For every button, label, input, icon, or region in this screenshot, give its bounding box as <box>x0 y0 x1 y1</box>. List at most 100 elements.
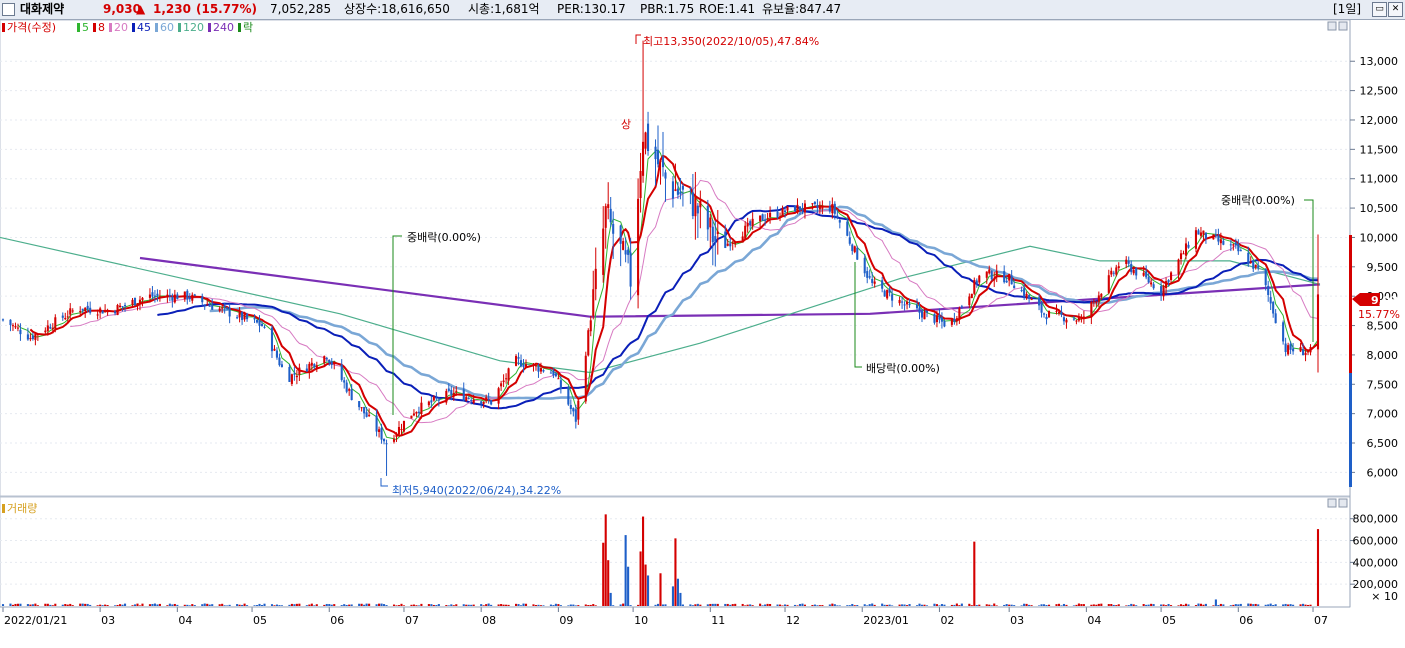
candle-body <box>522 364 525 367</box>
candle-body <box>1304 352 1307 356</box>
candle-body <box>148 294 151 298</box>
candle-body <box>759 215 762 222</box>
volume-bar <box>133 604 137 606</box>
candle-body <box>821 205 824 209</box>
candle-body <box>1170 272 1173 281</box>
volume-bar <box>711 603 714 606</box>
volume-bar <box>1115 605 1118 606</box>
volume-bar <box>925 605 929 606</box>
volume-bar <box>1197 603 1200 606</box>
volume-legend-swatch <box>2 504 5 513</box>
volume-bar <box>744 605 747 606</box>
volume-bar <box>612 605 615 606</box>
candle-body <box>883 290 886 297</box>
price-panel <box>0 20 1351 497</box>
candle-body <box>1065 319 1068 323</box>
volume-bar <box>490 604 493 606</box>
candle-body <box>9 319 12 326</box>
date-tick-label: 2023/01 <box>863 614 909 627</box>
volume-unit-label: × 10 <box>1371 590 1398 603</box>
candle-body <box>1117 266 1120 269</box>
volume-bar <box>1110 603 1113 606</box>
div1-annotation: 중배락(0.00%) <box>407 231 481 244</box>
panel-close-button[interactable] <box>1338 21 1348 31</box>
select-checkbox[interactable] <box>2 3 15 16</box>
candle-body <box>1177 259 1180 275</box>
candle-body <box>537 366 540 372</box>
candle-body <box>1145 271 1148 278</box>
volume-bar <box>751 605 754 606</box>
candle-body <box>589 320 592 332</box>
candle-body <box>328 359 331 363</box>
volume-bar <box>218 604 221 606</box>
volume-bar <box>123 603 127 606</box>
volume-bar <box>627 566 630 606</box>
volume-bar <box>1025 603 1028 606</box>
volume-bar <box>699 604 702 606</box>
candle-body <box>298 367 301 375</box>
candle-body <box>69 308 72 315</box>
volume-bar <box>383 604 386 606</box>
candle-body <box>395 433 398 437</box>
volume-bar <box>1147 604 1150 606</box>
volume-bar <box>1229 605 1232 606</box>
candle-body <box>973 280 976 294</box>
candle-body <box>79 310 82 312</box>
candle-body <box>275 350 279 358</box>
period-selector[interactable]: [1일] <box>1333 0 1361 19</box>
legend-item-label: 240 <box>213 21 234 34</box>
restore-button[interactable]: ▭ <box>1372 2 1387 17</box>
panel-minimize-button[interactable] <box>1327 21 1337 31</box>
candle-body <box>1038 298 1041 306</box>
volume-bar <box>542 605 545 606</box>
price-tick-label: 11,500 <box>1360 143 1399 156</box>
volume-bar <box>1030 605 1033 606</box>
candle-body <box>888 289 891 293</box>
volume-bar <box>392 604 396 606</box>
volume-bar <box>1272 604 1275 606</box>
volume-bar <box>385 605 388 606</box>
volume-bar <box>1306 604 1310 606</box>
candle-body <box>1110 270 1113 275</box>
volume-bar <box>973 541 976 606</box>
candle-body <box>584 355 587 402</box>
volume-bar <box>1 604 5 606</box>
volume-bar <box>639 551 642 606</box>
volume-minimize-button[interactable] <box>1327 498 1337 508</box>
volume-bar <box>208 604 211 606</box>
volume-bar <box>559 605 562 606</box>
volume-bar <box>1142 604 1145 606</box>
candle-body <box>176 294 179 300</box>
volume-bar <box>99 604 102 606</box>
candle-body <box>1234 242 1237 246</box>
date-tick-label: 08 <box>482 614 496 627</box>
stock-name[interactable]: 대화제약 <box>20 0 64 19</box>
volume-tick-label: 400,000 <box>1353 556 1399 569</box>
volume-bar <box>487 603 490 606</box>
candle-body <box>1100 293 1103 298</box>
candle-body <box>66 316 69 318</box>
volume-close-button[interactable] <box>1338 498 1348 508</box>
candle-body <box>1090 301 1093 318</box>
volume-bar <box>432 604 435 606</box>
candle-body <box>191 294 194 301</box>
volume-bar <box>412 604 415 606</box>
volume-bar <box>813 604 816 606</box>
volume-bar <box>263 603 266 606</box>
volume-bar <box>908 604 911 606</box>
candle-body <box>519 360 523 367</box>
stock-header-bar: 대화제약 9,030 ▲ 1,230 (15.77%) 7,052,285 상장… <box>0 0 1405 20</box>
volume-bar <box>485 604 488 606</box>
close-button[interactable]: ✕ <box>1388 2 1403 17</box>
candle-body <box>1010 275 1013 285</box>
candle-body <box>81 308 84 311</box>
candle-body <box>569 404 572 409</box>
candle-body <box>462 389 465 401</box>
volume-bar <box>659 573 662 606</box>
volume-bar <box>647 575 650 606</box>
volume-bar <box>622 603 625 606</box>
listed-shares: 상장수:18,616,650 <box>344 2 450 16</box>
candle-body <box>1130 264 1133 273</box>
volume-bar <box>716 603 719 606</box>
candle-body <box>671 181 674 199</box>
